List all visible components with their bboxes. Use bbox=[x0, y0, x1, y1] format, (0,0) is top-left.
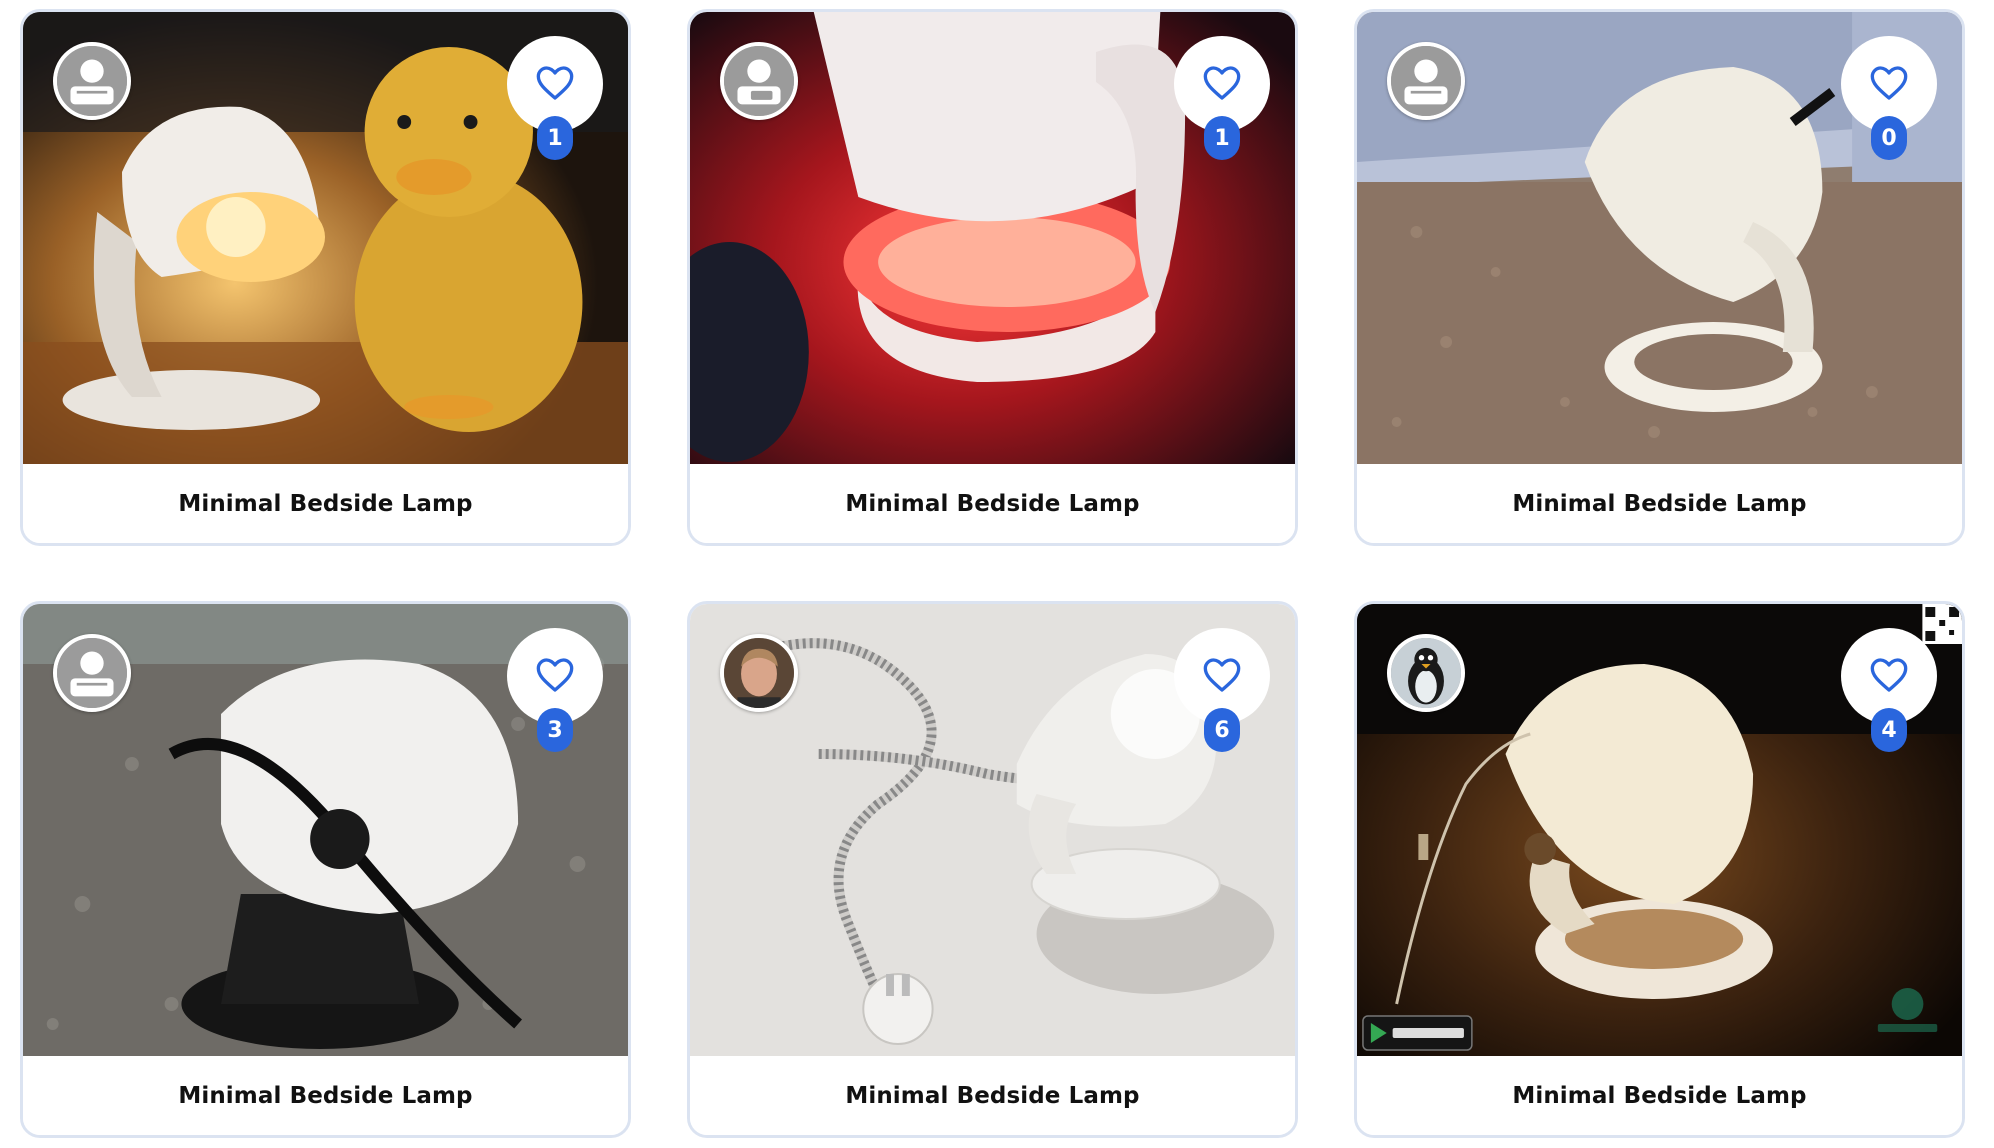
heart-icon bbox=[1870, 66, 1908, 100]
model-card[interactable]: 4 Minimal Bedside Lamp bbox=[1354, 601, 1965, 1138]
heart-icon bbox=[536, 66, 574, 100]
model-title[interactable]: Minimal Bedside Lamp bbox=[1512, 1083, 1806, 1109]
heart-icon bbox=[1203, 658, 1241, 692]
like-count-badge: 1 bbox=[1204, 116, 1240, 160]
author-avatar[interactable] bbox=[720, 634, 798, 712]
heart-icon bbox=[536, 658, 574, 692]
model-card[interactable]: 0 Minimal Bedside Lamp bbox=[1354, 9, 1965, 546]
card-caption: Minimal Bedside Lamp bbox=[690, 464, 1295, 543]
model-title[interactable]: Minimal Bedside Lamp bbox=[845, 1083, 1139, 1109]
model-title[interactable]: Minimal Bedside Lamp bbox=[178, 1083, 472, 1109]
card-caption: Minimal Bedside Lamp bbox=[690, 1056, 1295, 1135]
user-photo-avatar-icon bbox=[724, 638, 794, 708]
heart-icon bbox=[1203, 66, 1241, 100]
like-count-badge: 1 bbox=[537, 116, 573, 160]
model-grid: 1 Minimal Bedside Lamp 1 Minimal Bedside… bbox=[0, 0, 1994, 1148]
default-user-avatar-icon bbox=[57, 638, 127, 708]
model-card[interactable]: 1 Minimal Bedside Lamp bbox=[687, 9, 1298, 546]
heart-icon bbox=[1870, 658, 1908, 692]
model-title[interactable]: Minimal Bedside Lamp bbox=[845, 491, 1139, 517]
author-avatar[interactable] bbox=[53, 634, 131, 712]
card-caption: Minimal Bedside Lamp bbox=[1357, 1056, 1962, 1135]
like-count-badge: 6 bbox=[1204, 708, 1240, 752]
like-count-badge: 3 bbox=[537, 708, 573, 752]
model-card[interactable]: 6 Minimal Bedside Lamp bbox=[687, 601, 1298, 1138]
default-user-avatar-icon bbox=[57, 46, 127, 116]
default-user-avatar-icon bbox=[724, 46, 794, 116]
card-caption: Minimal Bedside Lamp bbox=[23, 1056, 628, 1135]
author-avatar[interactable] bbox=[1387, 634, 1465, 712]
penguin-avatar-icon bbox=[1391, 638, 1461, 708]
like-count-badge: 0 bbox=[1871, 116, 1907, 160]
card-caption: Minimal Bedside Lamp bbox=[1357, 464, 1962, 543]
default-user-avatar-icon bbox=[1391, 46, 1461, 116]
author-avatar[interactable] bbox=[720, 42, 798, 120]
model-title[interactable]: Minimal Bedside Lamp bbox=[1512, 491, 1806, 517]
like-count-badge: 4 bbox=[1871, 708, 1907, 752]
author-avatar[interactable] bbox=[1387, 42, 1465, 120]
model-card[interactable]: 1 Minimal Bedside Lamp bbox=[20, 9, 631, 546]
author-avatar[interactable] bbox=[53, 42, 131, 120]
model-title[interactable]: Minimal Bedside Lamp bbox=[178, 491, 472, 517]
card-caption: Minimal Bedside Lamp bbox=[23, 464, 628, 543]
model-card[interactable]: 3 Minimal Bedside Lamp bbox=[20, 601, 631, 1138]
